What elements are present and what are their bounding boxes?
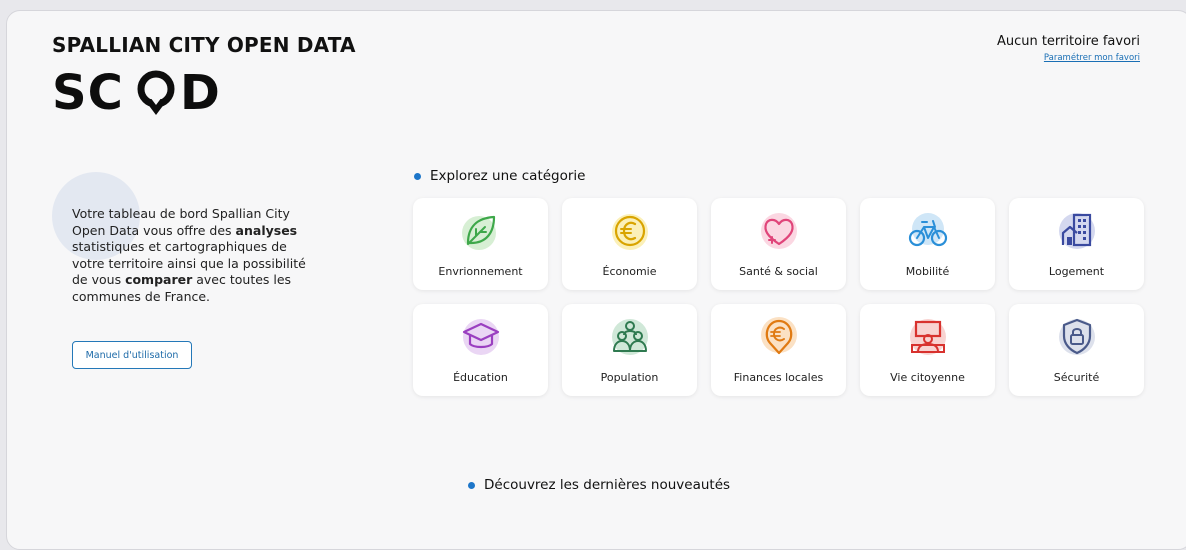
category-label: Population (600, 371, 659, 384)
bicycle-icon (906, 209, 950, 253)
intro-emphasis-analyses: analyses (235, 222, 298, 238)
graduation-cap-icon (459, 315, 503, 359)
intro-emphasis-comparer: comparer (125, 272, 193, 287)
svg-text:SC: SC (52, 65, 124, 121)
euro-pin-icon (757, 315, 801, 359)
category-label: Finances locales (733, 371, 824, 384)
category-card-environnement[interactable]: Envrionnement (413, 198, 548, 290)
brand-title: SPALLIAN CITY OPEN DATA (52, 33, 356, 57)
category-grid: Envrionnement Économie Santé & social Mo… (413, 198, 1144, 396)
euro-coin-icon (608, 209, 652, 253)
categories-title: Explorez une catégorie (430, 168, 586, 184)
scod-logo[interactable]: SC D (52, 63, 356, 121)
category-card-logement[interactable]: Logement (1009, 198, 1144, 290)
category-label: Vie citoyenne (890, 371, 965, 384)
category-label: Économie (602, 265, 657, 278)
categories-heading: Explorez une catégorie (414, 168, 585, 184)
category-label: Envrionnement (438, 265, 523, 278)
speaker-podium-icon (906, 315, 950, 359)
news-heading: Découvrez les dernières nouveautés (468, 477, 730, 493)
category-card-economie[interactable]: Économie (562, 198, 697, 290)
favorite-title: Aucun territoire favori (996, 34, 1140, 49)
user-manual-button[interactable]: Manuel d'utilisation (72, 341, 192, 369)
bullet-dot (468, 481, 475, 489)
category-card-securite[interactable]: Sécurité (1009, 304, 1144, 396)
category-label: Sécurité (1053, 371, 1100, 384)
news-title: Découvrez les dernières nouveautés (484, 477, 731, 493)
leaf-icon (459, 209, 503, 253)
category-card-education[interactable]: Éducation (413, 304, 548, 396)
building-icon (1055, 209, 1099, 253)
category-card-population[interactable]: Population (562, 304, 697, 396)
brand: SPALLIAN CITY OPEN DATA SC D (52, 33, 356, 121)
shield-lock-icon (1055, 315, 1099, 359)
category-card-mobilite[interactable]: Mobilité (860, 198, 995, 290)
category-card-sante-social[interactable]: Santé & social (711, 198, 846, 290)
category-card-finances-locales[interactable]: Finances locales (711, 304, 846, 396)
intro-text: Votre tableau de bord Spallian City Open… (72, 206, 312, 305)
favorite-territory: Aucun territoire favori Paramétrer mon f… (997, 34, 1140, 63)
set-favorite-link[interactable]: Paramétrer mon favori (997, 53, 1140, 63)
category-label: Éducation (453, 371, 508, 384)
heart-icon (757, 209, 801, 253)
people-icon (608, 315, 652, 359)
category-label: Logement (1048, 265, 1105, 278)
svg-text:D: D (180, 65, 220, 121)
bullet-dot (414, 172, 421, 180)
category-label: Santé & social (739, 265, 818, 278)
category-card-vie-citoyenne[interactable]: Vie citoyenne (860, 304, 995, 396)
category-label: Mobilité (905, 265, 950, 278)
